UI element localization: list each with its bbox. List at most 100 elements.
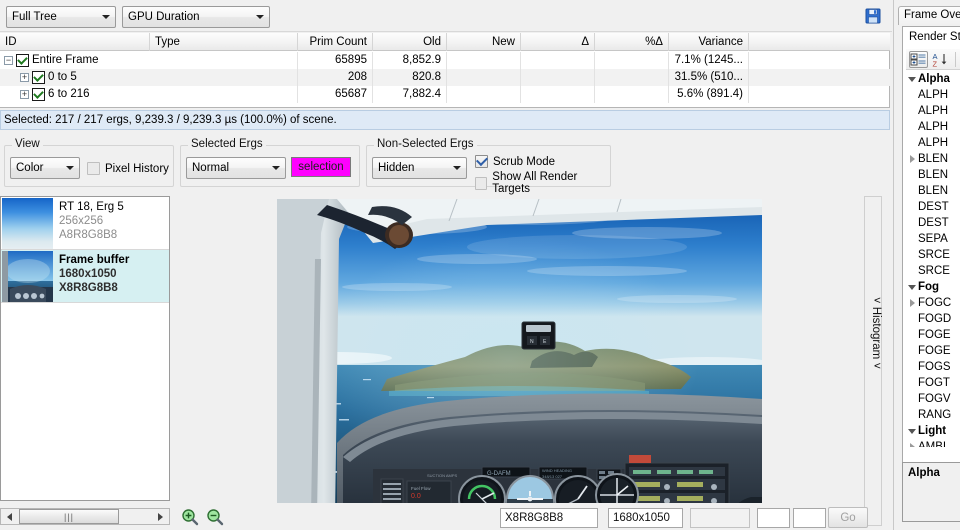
frame-buffer-viewport[interactable]: N E [172, 196, 862, 503]
tree-mode-dropdown[interactable]: Full Tree [6, 6, 116, 28]
expand-icon[interactable]: + [20, 90, 29, 99]
view-mode-dropdown[interactable]: Color [10, 157, 80, 179]
property-row[interactable]: DEST [906, 199, 960, 215]
cell-new [447, 52, 521, 69]
arrow-left-icon[interactable] [1, 509, 17, 524]
property-row[interactable]: FOGT [906, 375, 960, 391]
arrow-right-icon[interactable] [152, 509, 168, 524]
chevron-down-icon [61, 166, 79, 170]
frame-buffer-image[interactable]: N E [277, 199, 762, 503]
non-selected-ergs-mode-dropdown[interactable]: Hidden [372, 157, 467, 179]
selection-status-bar: Selected: 217 / 217 ergs, 9,239.3 / 9,23… [0, 110, 890, 130]
save-button[interactable] [862, 5, 884, 27]
property-row[interactable]: AMBI [906, 439, 960, 447]
expand-icon[interactable]: + [20, 73, 29, 82]
top-toolbar: Full Tree GPU Duration [0, 0, 892, 32]
sort-alpha-icon: A Z [932, 52, 949, 68]
render-target-format: X8R8G8B8 [59, 281, 129, 295]
sort-alphabetical-button[interactable]: A Z [932, 51, 950, 68]
twisty-open-icon[interactable] [906, 285, 918, 290]
row-checkbox[interactable] [16, 54, 29, 67]
list-item[interactable]: RT 18, Erg 5 256x256 A8R8G8B8 [1, 197, 169, 250]
pixel-format-field[interactable]: X8R8G8B8 [500, 508, 598, 528]
property-row[interactable]: RANG [906, 407, 960, 423]
tab-frame-overview[interactable]: Frame Over [898, 6, 960, 25]
row-checkbox[interactable] [32, 88, 45, 101]
property-row[interactable]: ALPH [906, 87, 960, 103]
property-row[interactable]: SEPA [906, 231, 960, 247]
list-item[interactable]: Frame buffer 1680x1050 X8R8G8B8 [1, 250, 169, 303]
property-category-row[interactable]: Fog [906, 279, 960, 295]
cell-variance: 7.1% (1245... [669, 52, 749, 69]
property-row[interactable]: ALPH [906, 119, 960, 135]
metric-dropdown[interactable]: GPU Duration [122, 6, 270, 28]
row-checkbox[interactable] [32, 71, 45, 84]
table-row[interactable]: − Entire Frame 65895 8,852.9 7.1% (1245.… [0, 52, 890, 69]
render-target-size: 1680x1050 [59, 267, 129, 281]
twisty-closed-icon[interactable] [906, 299, 918, 307]
column-header-variance[interactable]: Variance [669, 33, 749, 51]
column-header-type[interactable]: Type [150, 33, 298, 51]
selection-color-swatch[interactable]: selection [291, 157, 351, 177]
scrollbar-thumb[interactable]: ||| [19, 509, 119, 524]
zoom-in-button[interactable] [181, 508, 201, 528]
value-field-1[interactable] [757, 508, 790, 528]
column-header-new[interactable]: New [447, 33, 521, 51]
column-header-prim-count[interactable]: Prim Count [298, 33, 373, 51]
selected-ergs-mode-dropdown[interactable]: Normal [186, 157, 286, 179]
property-row[interactable]: DEST [906, 215, 960, 231]
property-row[interactable]: FOGC [906, 295, 960, 311]
property-row[interactable]: BLEN [906, 183, 960, 199]
property-label: FOGD [918, 311, 951, 327]
column-header-delta[interactable]: Δ [521, 33, 595, 51]
table-row[interactable]: + 6 to 216 65687 7,882.4 5.6% (891.4) [0, 86, 890, 103]
collapse-icon[interactable]: − [4, 56, 13, 65]
property-row[interactable]: FOGE [906, 343, 960, 359]
row-id-cell[interactable]: + 0 to 5 [20, 69, 150, 86]
render-state-property-list[interactable]: AlphaALPHALPHALPHALPHBLENBLENBLENDESTDES… [906, 71, 960, 447]
column-header-id[interactable]: ID [0, 33, 150, 51]
categorized-view-button[interactable] [909, 51, 928, 68]
render-target-list-hscrollbar[interactable]: ||| [0, 508, 170, 525]
scrub-mode-checkbox[interactable]: Scrub Mode [475, 155, 555, 168]
row-label: 6 to 216 [48, 86, 90, 103]
twisty-closed-icon[interactable] [906, 155, 918, 163]
property-row[interactable]: SRCE [906, 263, 960, 279]
coordinate-field[interactable] [690, 508, 750, 528]
cell-variance: 5.6% (891.4) [669, 86, 749, 103]
twisty-open-icon[interactable] [906, 429, 918, 434]
twisty-open-icon[interactable] [906, 77, 918, 82]
render-target-list[interactable]: RT 18, Erg 5 256x256 A8R8G8B8 [0, 196, 170, 501]
svg-text:N: N [530, 339, 534, 345]
property-row[interactable]: FOGS [906, 359, 960, 375]
property-row[interactable]: BLEN [906, 167, 960, 183]
column-header-old[interactable]: Old [373, 33, 447, 51]
erg-tree-table[interactable]: ID Type Prim Count Old New Δ %Δ Variance… [0, 33, 890, 108]
zoom-out-button[interactable] [206, 508, 226, 528]
property-row[interactable]: SRCE [906, 247, 960, 263]
property-row[interactable]: ALPH [906, 135, 960, 151]
property-row[interactable]: FOGV [906, 391, 960, 407]
twisty-closed-icon[interactable] [906, 443, 918, 447]
property-row[interactable]: BLEN [906, 151, 960, 167]
property-row[interactable]: FOGE [906, 327, 960, 343]
pixel-history-checkbox[interactable]: Pixel History [87, 162, 169, 175]
row-id-cell[interactable]: + 6 to 216 [20, 86, 150, 103]
property-label: ALPH [918, 135, 948, 151]
row-id-cell[interactable]: − Entire Frame [4, 52, 150, 69]
property-label: SRCE [918, 247, 950, 263]
histogram-collapsed-panel[interactable]: ˅ Histogram ˅ [864, 196, 882, 526]
selection-swatch-label: selection [298, 161, 343, 173]
image-size-field[interactable]: 1680x1050 [608, 508, 683, 528]
table-row[interactable]: + 0 to 5 208 820.8 31.5% (510... [0, 69, 890, 86]
property-category-row[interactable]: Light [906, 423, 960, 439]
property-row[interactable]: ALPH [906, 103, 960, 119]
property-row[interactable]: FOGD [906, 311, 960, 327]
chevron-down-icon [251, 15, 269, 19]
go-button[interactable]: Go [828, 507, 868, 528]
value-field-2[interactable] [793, 508, 826, 528]
show-all-render-targets-checkbox[interactable]: Show All Render Targets [475, 171, 610, 195]
column-header-pct-delta[interactable]: %Δ [595, 33, 669, 51]
property-category-row[interactable]: Alpha [906, 71, 960, 87]
render-target-name: RT 18, Erg 5 [59, 200, 124, 214]
